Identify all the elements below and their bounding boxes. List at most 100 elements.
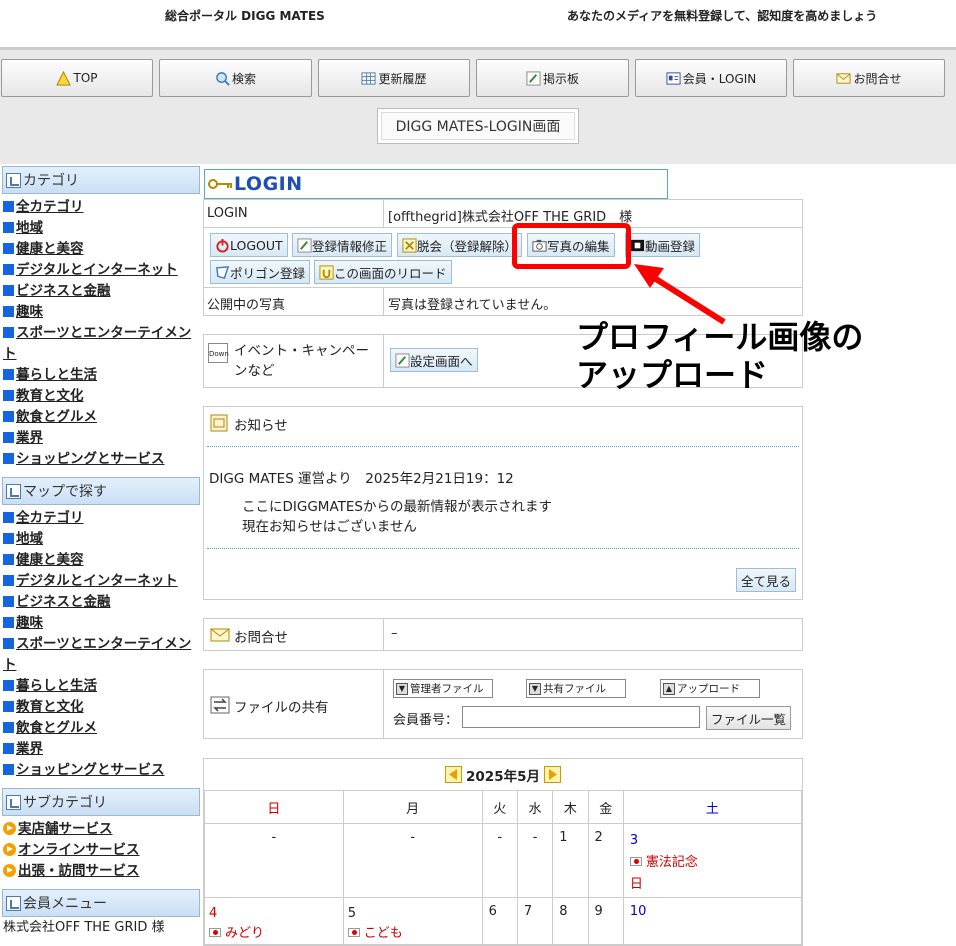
- tree-icon: [6, 794, 21, 810]
- member-number-input[interactable]: [462, 706, 700, 728]
- weekday-cell: 土: [622, 790, 803, 824]
- triangle-up-icon: ▲: [663, 682, 675, 695]
- next-month-icon[interactable]: [543, 766, 561, 783]
- sidebar-item[interactable]: ビジネスと金融: [0, 281, 202, 302]
- logout-button[interactable]: LOGOUT: [210, 233, 288, 257]
- sidebar-item[interactable]: デジタルとインターネット: [0, 260, 202, 281]
- weekday-cell: 火: [481, 790, 518, 824]
- polygon-register-button[interactable]: ポリゴン登録: [210, 260, 311, 284]
- prev-month-icon[interactable]: [445, 766, 463, 783]
- map-item[interactable]: スポーツとエンターテイメント: [0, 634, 202, 676]
- square-bullet-icon: [3, 554, 14, 565]
- square-bullet-icon: [3, 533, 14, 544]
- day-cell: 8: [552, 897, 589, 945]
- map-item[interactable]: 趣味: [0, 613, 202, 634]
- nav-contact-button[interactable]: お問合せ: [793, 59, 945, 97]
- map-item[interactable]: ビジネスと金融: [0, 592, 202, 613]
- square-bullet-icon: [3, 453, 14, 464]
- map-item[interactable]: ショッピングとサービス: [0, 760, 202, 781]
- nav-label: お問合せ: [853, 71, 902, 86]
- withdraw-button[interactable]: 脱会（登録解除）: [397, 233, 523, 257]
- map-item[interactable]: デジタルとインターネット: [0, 571, 202, 592]
- portal-title: 総合ポータル DIGG MATES: [165, 9, 325, 23]
- day-cell: -: [342, 823, 483, 898]
- square-bullet-icon: [3, 512, 14, 523]
- square-bullet-icon: [3, 243, 14, 254]
- subcategory-item[interactable]: オンラインサービス: [0, 840, 202, 861]
- shared-file-tab[interactable]: ▼ 共有ファイル: [526, 679, 626, 698]
- login-row-label: LOGIN: [207, 206, 248, 221]
- view-all-button[interactable]: 全て見る: [736, 568, 797, 592]
- map-item[interactable]: 教育と文化: [0, 697, 202, 718]
- arrow-circle-icon: [3, 843, 16, 856]
- nav-board-button[interactable]: 掲示板: [476, 59, 629, 97]
- page-title: DIGG MATES-LOGIN画面: [377, 108, 579, 144]
- member-number-label: 会員番号：: [393, 713, 459, 728]
- map-list: 全カテゴリ 地域 健康と美容 デジタルとインターネット ビジネスと金融 趣味 ス…: [0, 505, 202, 781]
- square-bullet-icon: [3, 306, 14, 317]
- category-list: 全カテゴリ 地域 健康と美容 デジタルとインターネット ビジネスと金融 趣味 ス…: [0, 194, 202, 470]
- news-heading: DIGG MATES 運営より 2025年2月21日19：12: [209, 471, 514, 487]
- public-photo-label: 公開中の写真: [207, 298, 286, 313]
- map-item[interactable]: 業界: [0, 739, 202, 760]
- weekday-cell: 日: [204, 790, 344, 824]
- subcategory-item[interactable]: 出張・訪問サービス: [0, 861, 202, 882]
- nav-top-button[interactable]: TOP: [1, 59, 153, 97]
- calendar: 2025年5月 日 月 火 水 木 金 土 - - - - 1 2 3 憲法記念…: [203, 758, 803, 946]
- category-title: カテゴリ: [23, 173, 79, 189]
- day-cell: 7: [516, 897, 554, 945]
- upload-tab[interactable]: ▲ アップロード: [660, 679, 760, 698]
- pen-icon: [395, 352, 410, 368]
- video-register-button[interactable]: 動画登録: [625, 233, 701, 257]
- map-item[interactable]: 全カテゴリ: [0, 508, 202, 529]
- nav-search-button[interactable]: 検索: [159, 59, 312, 97]
- square-bullet-icon: [3, 327, 14, 338]
- settings-button[interactable]: 設定画面へ: [390, 348, 478, 372]
- day-cell-saturday: 3 憲法記念日: [622, 823, 803, 898]
- square-bullet-icon: [3, 432, 14, 443]
- reload-button[interactable]: この画面のリロード: [314, 260, 452, 284]
- square-bullet-icon: [3, 596, 14, 607]
- sidebar-item[interactable]: 教育と文化: [0, 386, 202, 407]
- sidebar-item[interactable]: 趣味: [0, 302, 202, 323]
- nav-member-login-button[interactable]: 会員・LOGIN: [635, 59, 787, 97]
- nav-band: TOP 検索 更新履歴 掲示板 会員・LOGIN お問合せ DIGG MATES…: [0, 50, 956, 164]
- callout-text: プロフィール画像の アップロード: [576, 318, 863, 394]
- arrow-circle-icon: [3, 864, 16, 877]
- callout-line: アップロード: [576, 356, 769, 394]
- subcategory-title: サブカテゴリ: [23, 795, 107, 811]
- sidebar-item[interactable]: 全カテゴリ: [0, 197, 202, 218]
- power-icon: [216, 238, 229, 253]
- sidebar-item[interactable]: スポーツとエンターテイメント: [0, 323, 202, 365]
- sidebar-item[interactable]: 業界: [0, 428, 202, 449]
- edit-info-button[interactable]: 登録情報修正: [292, 233, 393, 257]
- nav-label: 会員・LOGIN: [682, 71, 757, 86]
- admin-file-tab[interactable]: ▼ 管理者ファイル: [393, 679, 493, 698]
- pen-icon: [526, 70, 541, 86]
- map-item[interactable]: 飲食とグルメ: [0, 718, 202, 739]
- sidebar-item[interactable]: 暮らしと生活: [0, 365, 202, 386]
- square-bullet-icon: [3, 390, 14, 401]
- map-item[interactable]: 暮らしと生活: [0, 676, 202, 697]
- news-line: ここにDIGGMATESからの最新情報が表示されます: [242, 499, 552, 515]
- day-cell: 5 こども: [342, 897, 483, 945]
- reload-icon: [319, 264, 334, 280]
- event-label: イベント・キャンペーンなど: [234, 343, 369, 379]
- sidebar-item[interactable]: 地域: [0, 218, 202, 239]
- tree-icon: [6, 483, 21, 499]
- member-name: 株式会社OFF THE GRID 様: [3, 920, 165, 935]
- sidebar-item[interactable]: 飲食とグルメ: [0, 407, 202, 428]
- japan-flag-icon: [629, 857, 642, 866]
- nav-history-button[interactable]: 更新履歴: [318, 59, 470, 97]
- sidebar-item[interactable]: ショッピングとサービス: [0, 449, 202, 470]
- highlight-box: [512, 223, 631, 269]
- map-item[interactable]: 地域: [0, 529, 202, 550]
- calendar-title: 2025年5月: [466, 768, 540, 785]
- sidebar-item[interactable]: 健康と美容: [0, 239, 202, 260]
- subcategory-list: 実店舗サービス オンラインサービス 出張・訪問サービス: [0, 816, 202, 882]
- subcategory-item[interactable]: 実店舗サービス: [0, 819, 202, 840]
- map-item[interactable]: 健康と美容: [0, 550, 202, 571]
- grid-icon: [361, 71, 377, 85]
- file-list-button[interactable]: ファイル一覧: [706, 706, 792, 730]
- japan-flag-icon: [347, 928, 360, 937]
